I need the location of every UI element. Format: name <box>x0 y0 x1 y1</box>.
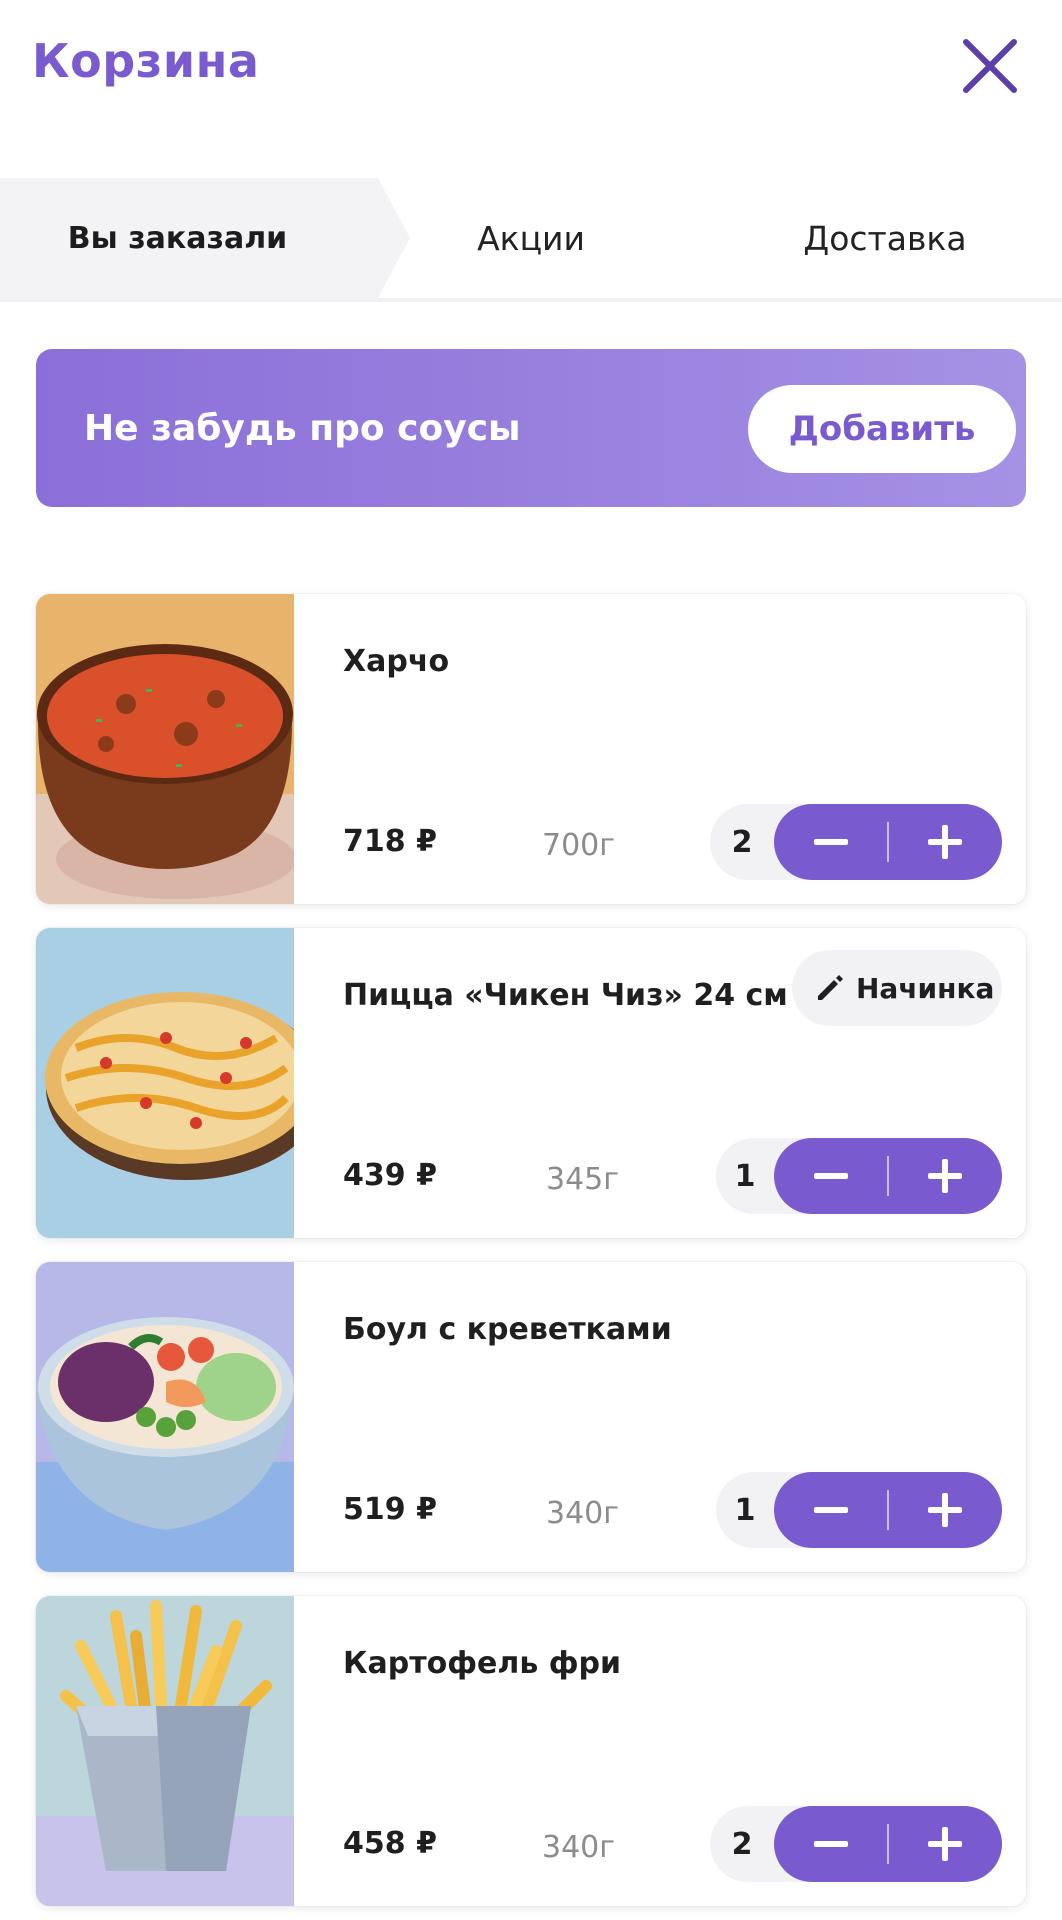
decrease-button[interactable] <box>774 1138 888 1214</box>
stepper-buttons <box>774 1472 1002 1548</box>
close-icon <box>963 39 1017 93</box>
increase-button[interactable] <box>888 1138 1002 1214</box>
tab-bar: Вы заказали Акции Доставка <box>0 178 1062 302</box>
item-price: 439 ₽ <box>343 1158 437 1193</box>
item-weight: 345г <box>546 1162 620 1197</box>
quantity-value: 2 <box>731 824 753 860</box>
cart-item: Картофель фри 458 ₽ 340г 2 <box>36 1596 1026 1906</box>
quantity-value: 1 <box>734 1158 756 1194</box>
plus-icon <box>928 1159 962 1193</box>
quantity-stepper: 1 <box>716 1472 1002 1548</box>
tab-delivery[interactable]: Доставка <box>760 178 1010 298</box>
plus-icon <box>928 825 962 859</box>
close-button[interactable] <box>958 34 1022 98</box>
filling-button[interactable]: Начинка <box>792 950 1002 1026</box>
page-title: Корзина <box>32 34 260 88</box>
quantity-stepper: 2 <box>710 1806 1002 1882</box>
item-name: Пицца «Чикен Чиз» 24 см <box>343 978 788 1013</box>
minus-icon <box>814 839 848 845</box>
item-name: Картофель фри <box>343 1646 621 1681</box>
decrease-button[interactable] <box>774 1806 888 1882</box>
pizza-image <box>36 928 294 1238</box>
minus-icon <box>814 1841 848 1847</box>
minus-icon <box>814 1173 848 1179</box>
item-price: 519 ₽ <box>343 1492 437 1527</box>
increase-button[interactable] <box>888 804 1002 880</box>
soup-bowl-image <box>36 594 294 904</box>
decrease-button[interactable] <box>774 1472 888 1548</box>
stepper-buttons <box>774 804 1002 880</box>
shrimp-bowl-image <box>36 1262 294 1572</box>
quantity-stepper: 2 <box>710 804 1002 880</box>
pencil-icon <box>818 975 843 1000</box>
tab-promotions[interactable]: Акции <box>400 178 662 298</box>
cart-item: Пицца «Чикен Чиз» 24 см Начинка 439 ₽ 34… <box>36 928 1026 1238</box>
stepper-buttons <box>774 1806 1002 1882</box>
item-name: Боул с креветками <box>343 1312 672 1347</box>
header: Корзина <box>0 0 1062 140</box>
increase-button[interactable] <box>888 1472 1002 1548</box>
plus-icon <box>928 1493 962 1527</box>
decrease-button[interactable] <box>774 804 888 880</box>
french-fries-image <box>36 1596 294 1906</box>
banner-text: Не забудь про соусы <box>84 407 521 449</box>
plus-icon <box>928 1827 962 1861</box>
item-price: 718 ₽ <box>343 824 437 859</box>
tab-ordered[interactable]: Вы заказали <box>0 178 355 298</box>
item-weight: 340г <box>542 1830 616 1865</box>
minus-icon <box>814 1507 848 1513</box>
cart-item: Боул с креветками 519 ₽ 340г 1 <box>36 1262 1026 1572</box>
item-price: 458 ₽ <box>343 1826 437 1861</box>
filling-label: Начинка <box>856 971 995 1005</box>
item-weight: 700г <box>542 828 616 863</box>
item-name: Харчо <box>343 644 450 679</box>
item-weight: 340г <box>546 1496 620 1531</box>
add-sauce-button[interactable]: Добавить <box>748 385 1016 473</box>
stepper-buttons <box>774 1138 1002 1214</box>
quantity-value: 1 <box>734 1492 756 1528</box>
sauce-promo-banner: Не забудь про соусы Добавить <box>36 349 1026 507</box>
quantity-value: 2 <box>731 1826 753 1862</box>
cart-item: Харчо 718 ₽ 700г 2 <box>36 594 1026 904</box>
increase-button[interactable] <box>888 1806 1002 1882</box>
quantity-stepper: 1 <box>716 1138 1002 1214</box>
